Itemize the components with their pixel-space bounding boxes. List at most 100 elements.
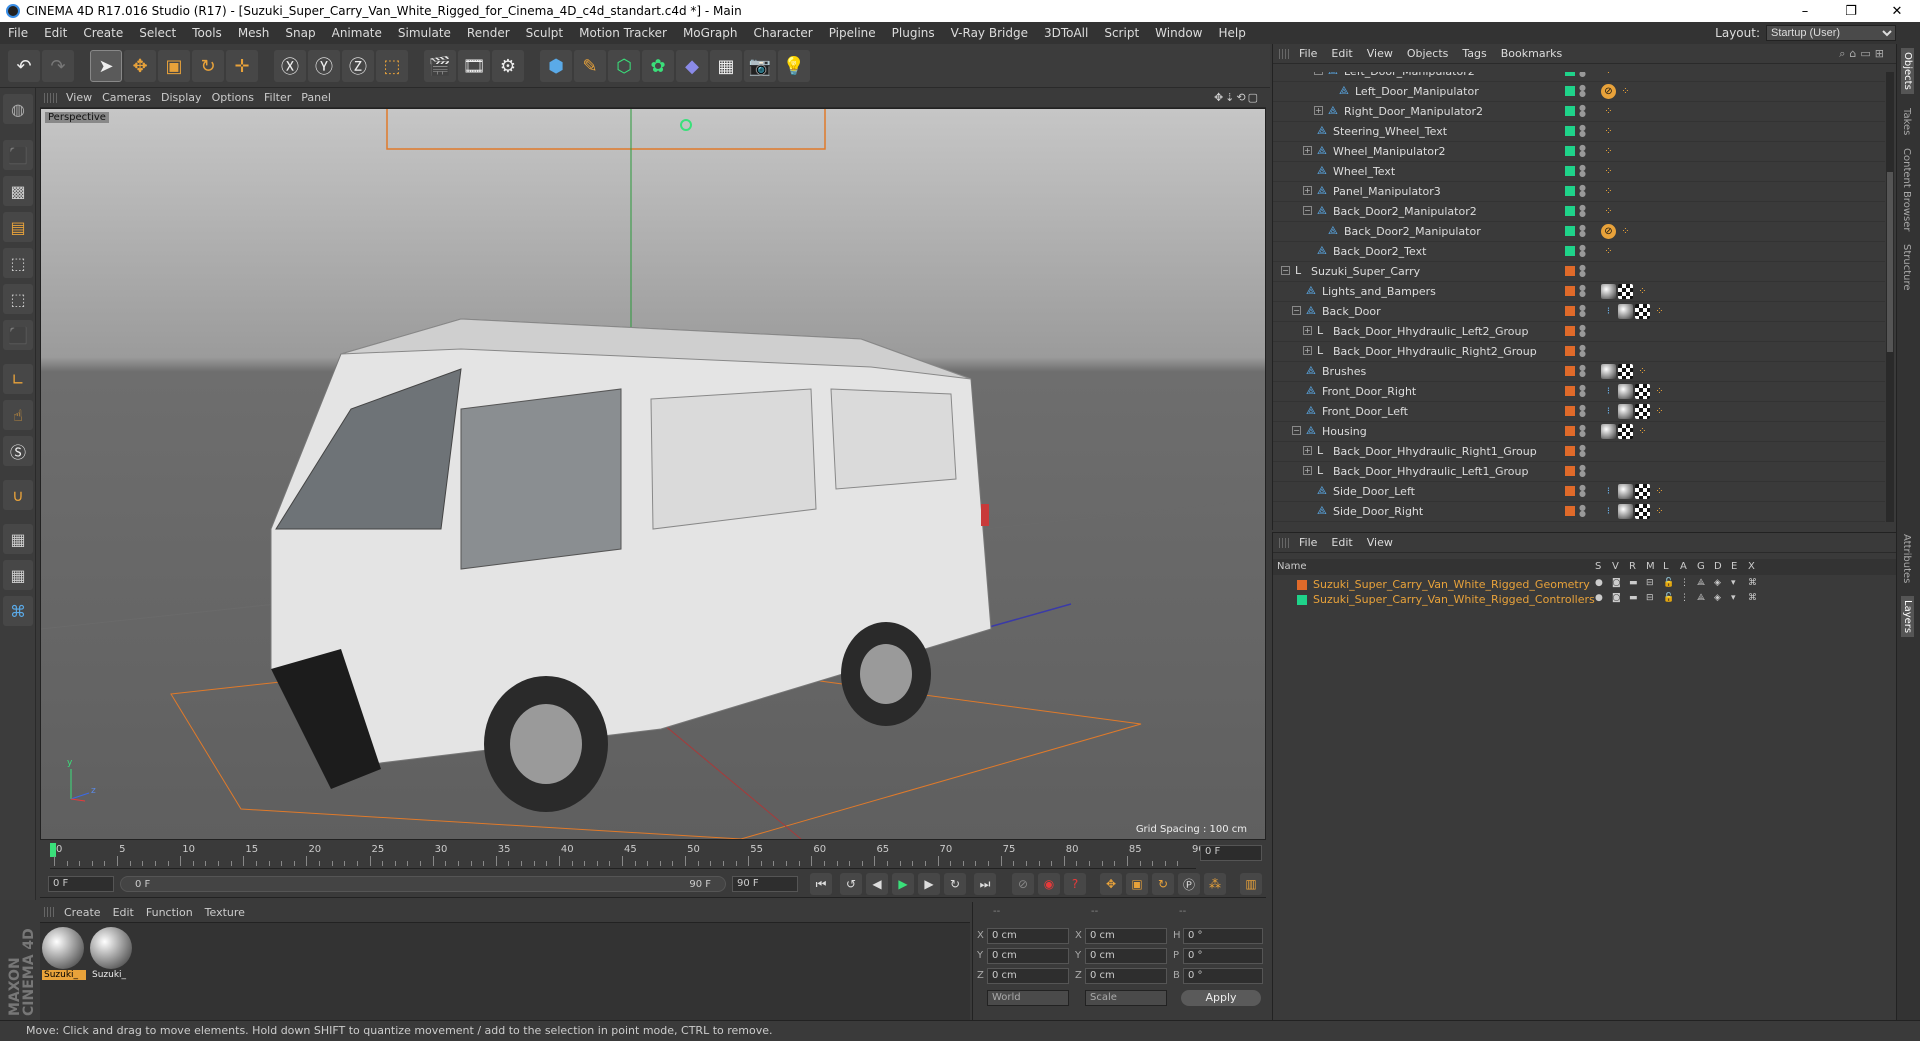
deformers-toggle-icon[interactable]: ◈ [1714,579,1723,588]
layer-color-swatch[interactable] [1565,326,1575,336]
tab-takes[interactable]: Takes [1901,108,1912,135]
layer-color-swatch[interactable] [1565,146,1575,156]
object-row[interactable]: − ⟁ Housing ● ● ⁘ [1273,422,1885,442]
key-scale-icon[interactable]: ▣ [1126,873,1148,895]
3d-viewport[interactable]: Perspective y z Grid Spacing : 100 cm [40,108,1266,840]
panel-grip-icon[interactable] [44,907,56,917]
object-name[interactable]: Back_Door2_Manipulator2 [1333,205,1477,218]
material-menu-texture[interactable]: Texture [205,906,257,919]
layer-color-swatch[interactable] [1565,386,1575,396]
layer-col-solo[interactable]: S [1595,561,1601,572]
tab-structure[interactable]: Structure [1901,244,1912,291]
layer-row[interactable]: Suzuki_Super_Carry_Van_White_Rigged_Geom… [1273,577,1897,592]
object-row[interactable]: ⟁ Back_Door2_Text ● ● ⁘ [1273,242,1885,262]
visibility-dots-icon[interactable]: ●● [1579,204,1586,219]
menu-simulate[interactable]: Simulate [390,26,459,40]
render-view-icon[interactable]: 🎬 [424,50,456,82]
pen-spline-icon[interactable]: ✎ [574,50,606,82]
layer-col-view[interactable]: V [1612,561,1619,572]
object-name[interactable]: Back_Door_Hhydraulic_Left2_Group [1333,325,1528,338]
lock-toggle-icon[interactable]: 🔓 [1663,594,1674,603]
lock-toggle-icon[interactable]: 🔓 [1663,579,1674,588]
y-axis-lock-icon[interactable]: Ⓨ [308,50,340,82]
layer-col-locked[interactable]: L [1663,561,1669,572]
protection-tag-icon[interactable]: ⊘ [1601,84,1616,99]
live-selection-icon[interactable]: ✛ [226,50,258,82]
goto-start-icon[interactable]: ⏮ [810,873,832,895]
object-row[interactable]: ⟁ Lights_and_Bampers ● ● ⁘ [1273,282,1885,302]
goto-next-key-icon[interactable]: ↻ [944,873,966,895]
search-icon[interactable]: ⌕⌂▭⊞ [1839,47,1896,61]
visibility-dots-icon[interactable]: ●● [1579,484,1586,499]
viewport-menu-cameras[interactable]: Cameras [102,91,161,104]
rotation-h-field[interactable]: 0 ° [1183,928,1263,944]
timeline-layout-icon[interactable]: ▥ [1240,873,1262,895]
layout-select[interactable]: Startup (User) [1766,25,1896,41]
layer-col-xref[interactable]: X [1748,561,1755,572]
menu-render[interactable]: Render [459,26,518,40]
tab-attributes[interactable]: Attributes [1901,534,1912,583]
layer-color-swatch[interactable] [1565,486,1575,496]
render-toggle-icon[interactable]: ▬ [1629,594,1638,603]
uvw-tag-icon[interactable] [1618,364,1633,379]
uvw-tag-icon[interactable] [1618,424,1633,439]
expand-toggle-icon[interactable]: − [1281,266,1290,275]
render-picture-viewer-icon[interactable]: 🎞 [458,50,490,82]
scrollbar-thumb[interactable] [1887,172,1893,352]
object-row[interactable]: ⟁ Wheel_Text ● ● ⁘ [1273,162,1885,182]
expressions-toggle-icon[interactable]: ▾ [1731,579,1740,588]
material-swatch[interactable]: Suzuki_ [90,927,134,983]
play-icon[interactable]: ▶ [892,873,914,895]
size-x-field[interactable]: 0 cm [1085,928,1167,944]
layer-color-swatch[interactable] [1565,446,1575,456]
layer-color-swatch[interactable] [1565,466,1575,476]
x-axis-lock-icon[interactable]: Ⓧ [274,50,306,82]
menu-window[interactable]: Window [1147,26,1210,40]
magnet-icon[interactable]: ∪ [3,480,33,510]
ik-tag-icon[interactable]: ⁘ [1652,304,1667,319]
ik-tag-icon[interactable]: ⁘ [1601,72,1616,79]
layer-menu-file[interactable]: File [1299,536,1331,549]
object-menu-view[interactable]: View [1367,47,1407,60]
make-editable-icon[interactable]: ◍ [3,94,33,124]
menu-character[interactable]: Character [745,26,820,40]
object-name[interactable]: Back_Door2_Manipulator [1344,225,1481,238]
object-name[interactable]: Back_Door2_Text [1333,245,1426,258]
visibility-dots-icon[interactable]: ●● [1579,84,1586,99]
ik-tag-icon[interactable]: ⁘ [1601,204,1616,219]
ik-tag-icon[interactable]: ⁘ [1652,404,1667,419]
object-name[interactable]: Back_Door_Hhydraulic_Right1_Group [1333,445,1537,458]
material-menu-create[interactable]: Create [64,906,113,919]
visibility-dots-icon[interactable]: ●● [1579,504,1586,519]
generators-toggle-icon[interactable]: ⟁ [1697,579,1706,588]
layer-color-swatch[interactable] [1565,166,1575,176]
object-name[interactable]: Side_Door_Right [1333,505,1423,518]
layer-color-swatch[interactable] [1565,306,1575,316]
layer-color-swatch[interactable] [1565,426,1575,436]
key-pla-icon[interactable]: ⁂ [1204,873,1226,895]
viewport-menu-filter[interactable]: Filter [264,91,301,104]
start-frame-field[interactable]: 0 F [48,876,114,892]
goto-previous-key-icon[interactable]: ↺ [840,873,862,895]
move-tool-icon[interactable]: ✥ [124,50,156,82]
layer-color-swatch[interactable] [1565,106,1575,116]
visibility-dots-icon[interactable]: ●● [1579,264,1586,279]
selection-tag-icon[interactable]: ⁝ [1601,484,1616,499]
material-tag-icon[interactable] [1618,384,1633,399]
goto-end-icon[interactable]: ⏭ [974,873,996,895]
expand-toggle-icon[interactable]: + [1303,446,1312,455]
solo-toggle-icon[interactable]: ● [1595,594,1604,603]
visibility-dots-icon[interactable]: ●● [1579,384,1586,399]
layer-color-swatch[interactable] [1565,506,1575,516]
menu-plugins[interactable]: Plugins [884,26,943,40]
points-mode-icon[interactable]: ⬚ [3,248,33,278]
autokey-icon[interactable]: ◉ [1038,873,1060,895]
scale-tool-icon[interactable]: ▣ [158,50,190,82]
snap-icon[interactable]: Ⓢ [3,436,33,466]
visibility-dots-icon[interactable]: ●● [1579,304,1586,319]
object-name[interactable]: Wheel_Manipulator2 [1333,145,1446,158]
viewport-menu-display[interactable]: Display [161,91,212,104]
menu-help[interactable]: Help [1210,26,1253,40]
object-name[interactable]: Side_Door_Left [1333,485,1415,498]
layer-color-swatch[interactable] [1565,266,1575,276]
